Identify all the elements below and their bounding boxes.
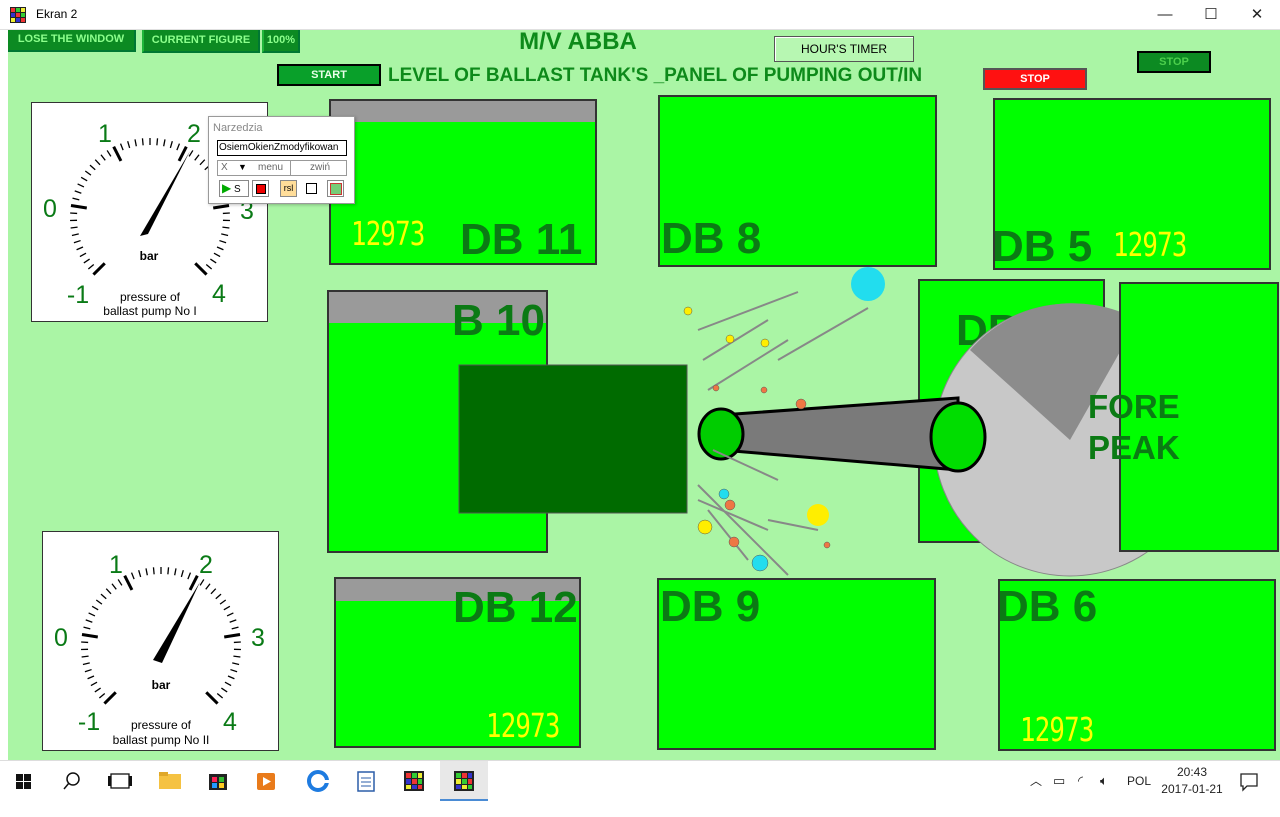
toolbox-menu-button[interactable]: menu [258, 162, 283, 173]
particle [752, 555, 768, 571]
edge-browser-button[interactable] [294, 761, 342, 801]
chevron-down-icon[interactable]: ▼ [238, 162, 247, 172]
app-icon [10, 7, 26, 23]
particle [698, 520, 712, 534]
particle [824, 542, 830, 548]
toolbox-menu-row: X ▼ menu zwiń [217, 160, 347, 176]
fore-peak-label-line1: FORE [1088, 390, 1180, 423]
search-icon [48, 761, 96, 801]
particle [807, 504, 829, 526]
volume-icon[interactable]: 🔈︎ [1100, 761, 1108, 801]
pump-housing [459, 365, 687, 513]
toolbox-icon-row: ▶ S rsl [217, 180, 351, 198]
network-icon[interactable]: ◜ [1078, 761, 1083, 801]
chevron-up-icon[interactable]: ︿ [1030, 761, 1042, 801]
play-label: S [234, 184, 241, 195]
device-icon[interactable]: ▭ [1053, 761, 1065, 801]
store-icon [194, 761, 242, 801]
grid-icon [330, 183, 342, 195]
task-view-button[interactable] [96, 761, 144, 801]
notification-icon [1238, 761, 1260, 801]
app-button-1[interactable] [390, 761, 438, 801]
particle [726, 335, 734, 343]
toolbox-collapse-button[interactable]: zwiń [310, 162, 330, 173]
media-player-icon [242, 761, 290, 801]
particle [796, 399, 806, 409]
particle [719, 489, 729, 499]
window-title: Ekran 2 [36, 7, 77, 21]
divider [290, 161, 291, 175]
particle-streak [698, 292, 798, 330]
play-button[interactable]: ▶ S [219, 180, 249, 197]
clock[interactable]: 20:43 2017-01-21 [1156, 764, 1228, 798]
window-title-bar: Ekran 2 — ☐ ✕ [0, 0, 1280, 30]
start-menu-button[interactable] [0, 761, 48, 801]
rsl-button[interactable]: rsl [280, 180, 297, 197]
taskbar: ︿ ▭ ◜ 🔈︎ POL 20:43 2017-01-21 [0, 760, 1280, 800]
search-button[interactable] [48, 761, 96, 801]
file-explorer-button[interactable] [146, 761, 194, 801]
pipe-cone [721, 398, 958, 470]
store-button[interactable] [194, 761, 242, 801]
ballast-panel: LOSE THE WINDOW CURRENT FIGURE 100% M/V … [8, 30, 1280, 760]
folder-icon [146, 761, 194, 801]
pipe-inlet-ring [699, 409, 743, 459]
media-player-button[interactable] [242, 761, 290, 801]
particle [761, 339, 769, 347]
particle [725, 500, 735, 510]
particle [729, 537, 739, 547]
app-grid-icon [440, 761, 488, 801]
app-button-2-active[interactable] [440, 761, 488, 801]
particle [761, 387, 767, 393]
close-button[interactable]: ✕ [1234, 0, 1280, 30]
particle-streak [708, 340, 788, 390]
task-view-icon [96, 761, 144, 801]
particle [851, 267, 885, 301]
edge-icon [294, 761, 342, 801]
toolbox-window[interactable]: Narzedzia OsiemOkienZmodyfikowan X ▼ men… [208, 116, 355, 204]
close-icon[interactable]: X [221, 162, 228, 173]
clock-date: 2017-01-21 [1156, 781, 1228, 798]
particle-streak [703, 320, 768, 360]
play-icon: ▶ [222, 181, 231, 195]
clock-time: 20:43 [1156, 764, 1228, 781]
particle [713, 385, 719, 391]
windows-logo-icon [0, 761, 48, 801]
rectangle-icon [306, 183, 317, 194]
document-icon [342, 761, 390, 801]
stop-icon [256, 184, 266, 194]
particle [684, 307, 692, 315]
language-indicator[interactable]: POL [1127, 761, 1151, 801]
notification-center-button[interactable] [1238, 761, 1260, 801]
particle-streak [708, 510, 748, 560]
toolbox-name-field[interactable]: OsiemOkienZmodyfikowan [217, 140, 347, 156]
fore-peak-label-line2: PEAK [1088, 431, 1180, 464]
stop-square-button[interactable] [252, 180, 269, 197]
maximize-button[interactable]: ☐ [1188, 0, 1234, 30]
rectangle-tool-button[interactable] [303, 180, 320, 197]
app-grid-icon [390, 761, 438, 801]
notepad-button[interactable] [342, 761, 390, 801]
minimize-button[interactable]: — [1142, 0, 1188, 30]
particle-streak [778, 308, 868, 360]
toolbox-title: Narzedzia [213, 122, 263, 134]
pipe-outlet-ring [931, 403, 985, 471]
grid-tool-button[interactable] [327, 180, 344, 197]
